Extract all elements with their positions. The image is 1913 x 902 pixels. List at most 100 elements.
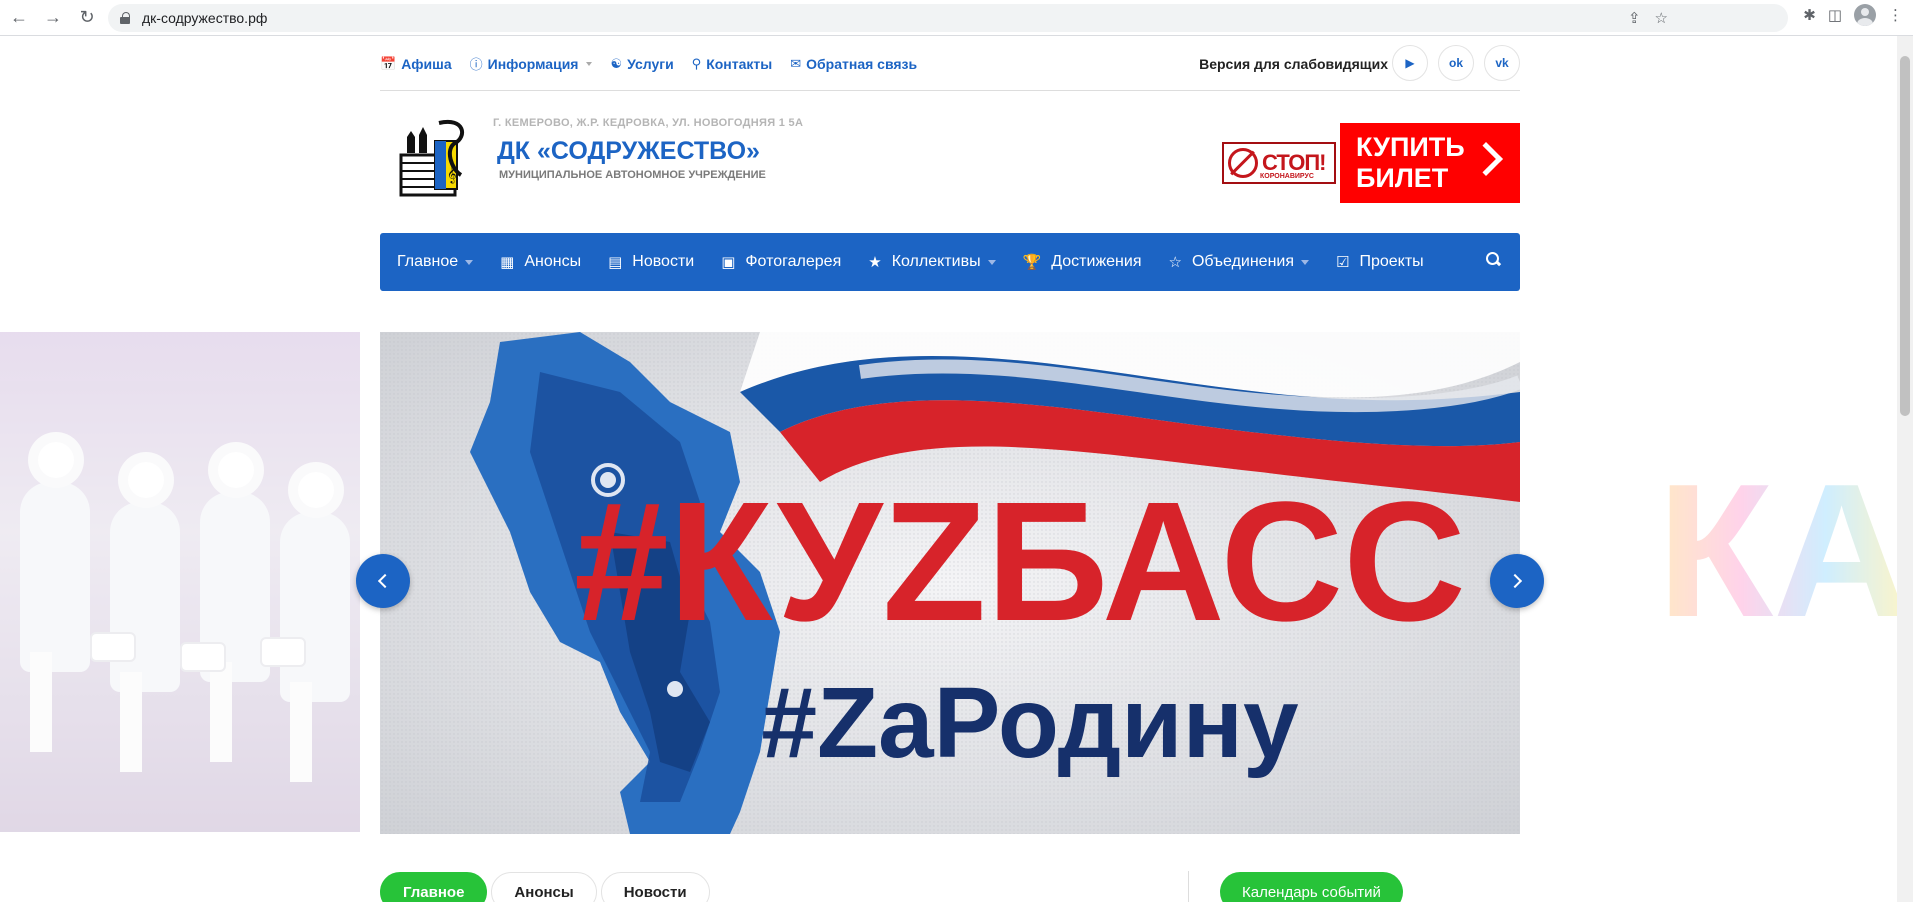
calendar-icon: ▦	[500, 254, 515, 271]
tab-main[interactable]: Главное	[380, 872, 488, 902]
top-nav-label: Информация	[487, 55, 579, 72]
odnoklassniki-icon[interactable]: ok	[1438, 45, 1474, 81]
menu-item-news[interactable]: ▤ Новости	[608, 253, 694, 271]
next-slide-art: КА	[1657, 442, 1897, 660]
menu-item-label: Фотогалерея	[745, 253, 842, 270]
drum-shape	[260, 637, 306, 667]
profile-avatar-icon[interactable]	[1854, 4, 1876, 26]
divider	[1188, 871, 1189, 902]
forward-icon[interactable]: →	[38, 3, 68, 33]
map-marker-icon: ⚲	[691, 55, 702, 71]
menu-item-label: Анонсы	[524, 253, 582, 270]
virus-icon	[1228, 148, 1258, 178]
content-tabs: Главное Анонсы Новости	[380, 872, 710, 902]
menu-item-announcements[interactable]: ▦ Анонсы	[500, 253, 581, 271]
newspaper-icon: ▤	[608, 254, 623, 271]
main-menu: Главное ▦ Анонсы ▤ Новости ▣ Фотогалерея ★ К…	[380, 233, 1520, 291]
menu-item-collectives[interactable]: ★ Коллективы	[868, 253, 996, 271]
top-nav-afisha[interactable]: 📅 Афиша	[380, 54, 452, 73]
side-panel-icon[interactable]: ◫	[1828, 6, 1842, 24]
menu-item-projects[interactable]: ☑ Проекты	[1336, 253, 1424, 271]
slide-artwork: #КУZБАСС #ZаРодину	[380, 332, 1520, 834]
bookmark-star-icon[interactable]: ☆	[1655, 9, 1668, 27]
site-logo[interactable]: 𝄞 Г. КЕМЕРОВО, Ж.Р. КЕДРОВКА, УЛ. НОВОГО…	[395, 117, 815, 207]
covid-stop-banner[interactable]: СТОП! КОРОНАВИРУС	[1222, 142, 1336, 184]
social-links: ▶ ok vk	[1392, 45, 1520, 81]
url-text: дк-содружество.рф	[142, 10, 268, 26]
top-nav: 📅 Афиша ⓘ Информация ☯ Услуги ⚲ Контакты ✉ Об…	[380, 54, 917, 73]
slide-subline: #ZаРодину	[761, 667, 1299, 779]
buy-ticket-line1: КУПИТЬ	[1356, 132, 1465, 162]
chevron-down-icon	[586, 61, 593, 66]
top-nav-label: Услуги	[627, 55, 674, 72]
buy-ticket-text: КУПИТЬ БИЛЕТ	[1356, 132, 1465, 194]
slider-next-button[interactable]	[1490, 554, 1544, 608]
site-name: ДК «СОДРУЖЕСТВО»	[497, 137, 760, 165]
page: 📅 Афиша ⓘ Информация ☯ Услуги ⚲ Контакты ✉ Об…	[0, 37, 1897, 902]
extensions-icon[interactable]: ✱	[1803, 6, 1816, 24]
top-bar: 📅 Афиша ⓘ Информация ☯ Услуги ⚲ Контакты ✉ Об…	[380, 37, 1520, 91]
logo-emblem-icon: 𝄞	[399, 119, 465, 197]
drum-shape	[90, 632, 136, 662]
site-subtitle: МУНИЦИПАЛЬНОЕ АВТОНОМНОЕ УЧРЕЖДЕНИЕ	[499, 169, 766, 181]
info-icon: ⓘ	[469, 57, 483, 72]
menu-item-label: Коллективы	[891, 253, 981, 270]
menu-item-label: Проекты	[1359, 253, 1424, 270]
low-vision-link[interactable]: Версия для слабовидящих	[1199, 37, 1388, 91]
top-nav-services[interactable]: ☯ Услуги	[610, 54, 673, 73]
envelope-icon: ✉	[790, 55, 802, 71]
dancer-figure	[110, 462, 180, 772]
scrollbar-thumb[interactable]	[1900, 56, 1910, 416]
dancer-figure	[280, 472, 350, 782]
reload-icon[interactable]: ↻	[72, 3, 102, 33]
chevron-down-icon	[1301, 259, 1310, 265]
menu-item-achievements[interactable]: 🏆 Достижения	[1023, 253, 1142, 271]
buy-ticket-banner[interactable]: КУПИТЬ БИЛЕТ	[1340, 123, 1520, 203]
previous-slide-preview[interactable]	[0, 332, 360, 832]
covid-sub-text: КОРОНАВИРУС	[1260, 173, 1314, 180]
menu-item-label: Новости	[632, 253, 695, 270]
more-menu-icon[interactable]: ⋮	[1888, 6, 1903, 24]
top-nav-feedback[interactable]: ✉ Обратная связь	[790, 54, 917, 73]
menu-item-label: Главное	[397, 253, 459, 270]
active-slide[interactable]: #КУZБАСС #ZаРодину	[380, 332, 1520, 834]
trophy-icon: 🏆	[1022, 254, 1042, 271]
services-icon: ☯	[610, 55, 623, 71]
youtube-icon[interactable]: ▶	[1392, 45, 1428, 81]
address-bar[interactable]: дк-содружество.рф ⇪ ☆	[108, 4, 1788, 32]
top-nav-label: Контакты	[706, 55, 773, 72]
chevron-right-icon	[1469, 142, 1503, 176]
tab-news[interactable]: Новости	[600, 872, 710, 902]
dancer-figure	[20, 442, 90, 752]
vkontakte-icon[interactable]: vk	[1484, 45, 1520, 81]
events-calendar-button[interactable]: Календарь событий	[1220, 872, 1403, 902]
menu-item-associations[interactable]: ☆ Объединения	[1168, 253, 1310, 271]
top-nav-label: Афиша	[401, 55, 452, 72]
lock-icon	[120, 12, 130, 24]
header-banners: СТОП! КОРОНАВИРУС КУПИТЬ БИЛЕТ	[1222, 123, 1520, 203]
hero-slider: #КУZБАСС #ZаРодину КА	[0, 332, 1897, 834]
top-nav-info[interactable]: ⓘ Информация	[470, 54, 593, 73]
site-address: Г. КЕМЕРОВО, Ж.Р. КЕДРОВКА, УЛ. НОВОГОДН…	[493, 117, 804, 129]
svg-text:𝄞: 𝄞	[447, 164, 456, 184]
checkbox-icon: ☑	[1336, 254, 1350, 271]
tab-announcements[interactable]: Анонсы	[491, 872, 597, 902]
slider-prev-button[interactable]	[356, 554, 410, 608]
menu-item-main[interactable]: Главное	[397, 253, 474, 271]
back-icon[interactable]: ←	[4, 3, 34, 33]
page-scrollbar[interactable]	[1897, 36, 1913, 902]
menu-item-label: Достижения	[1051, 253, 1142, 270]
chevron-down-icon	[987, 259, 996, 265]
chevron-down-icon	[465, 259, 474, 265]
search-icon[interactable]	[1486, 252, 1500, 266]
menu-item-label: Объединения	[1191, 253, 1295, 270]
next-slide-preview[interactable]: КА	[1537, 332, 1897, 832]
menu-item-gallery[interactable]: ▣ Фотогалерея	[721, 253, 841, 271]
image-icon: ▣	[721, 254, 736, 271]
buy-ticket-line2: БИЛЕТ	[1356, 163, 1449, 193]
top-nav-contacts[interactable]: ⚲ Контакты	[692, 54, 773, 73]
star-icon: ★	[868, 254, 882, 271]
share-icon[interactable]: ⇪	[1628, 9, 1641, 27]
calendar-icon: 📅	[380, 55, 397, 71]
star-outline-icon: ☆	[1168, 254, 1182, 271]
